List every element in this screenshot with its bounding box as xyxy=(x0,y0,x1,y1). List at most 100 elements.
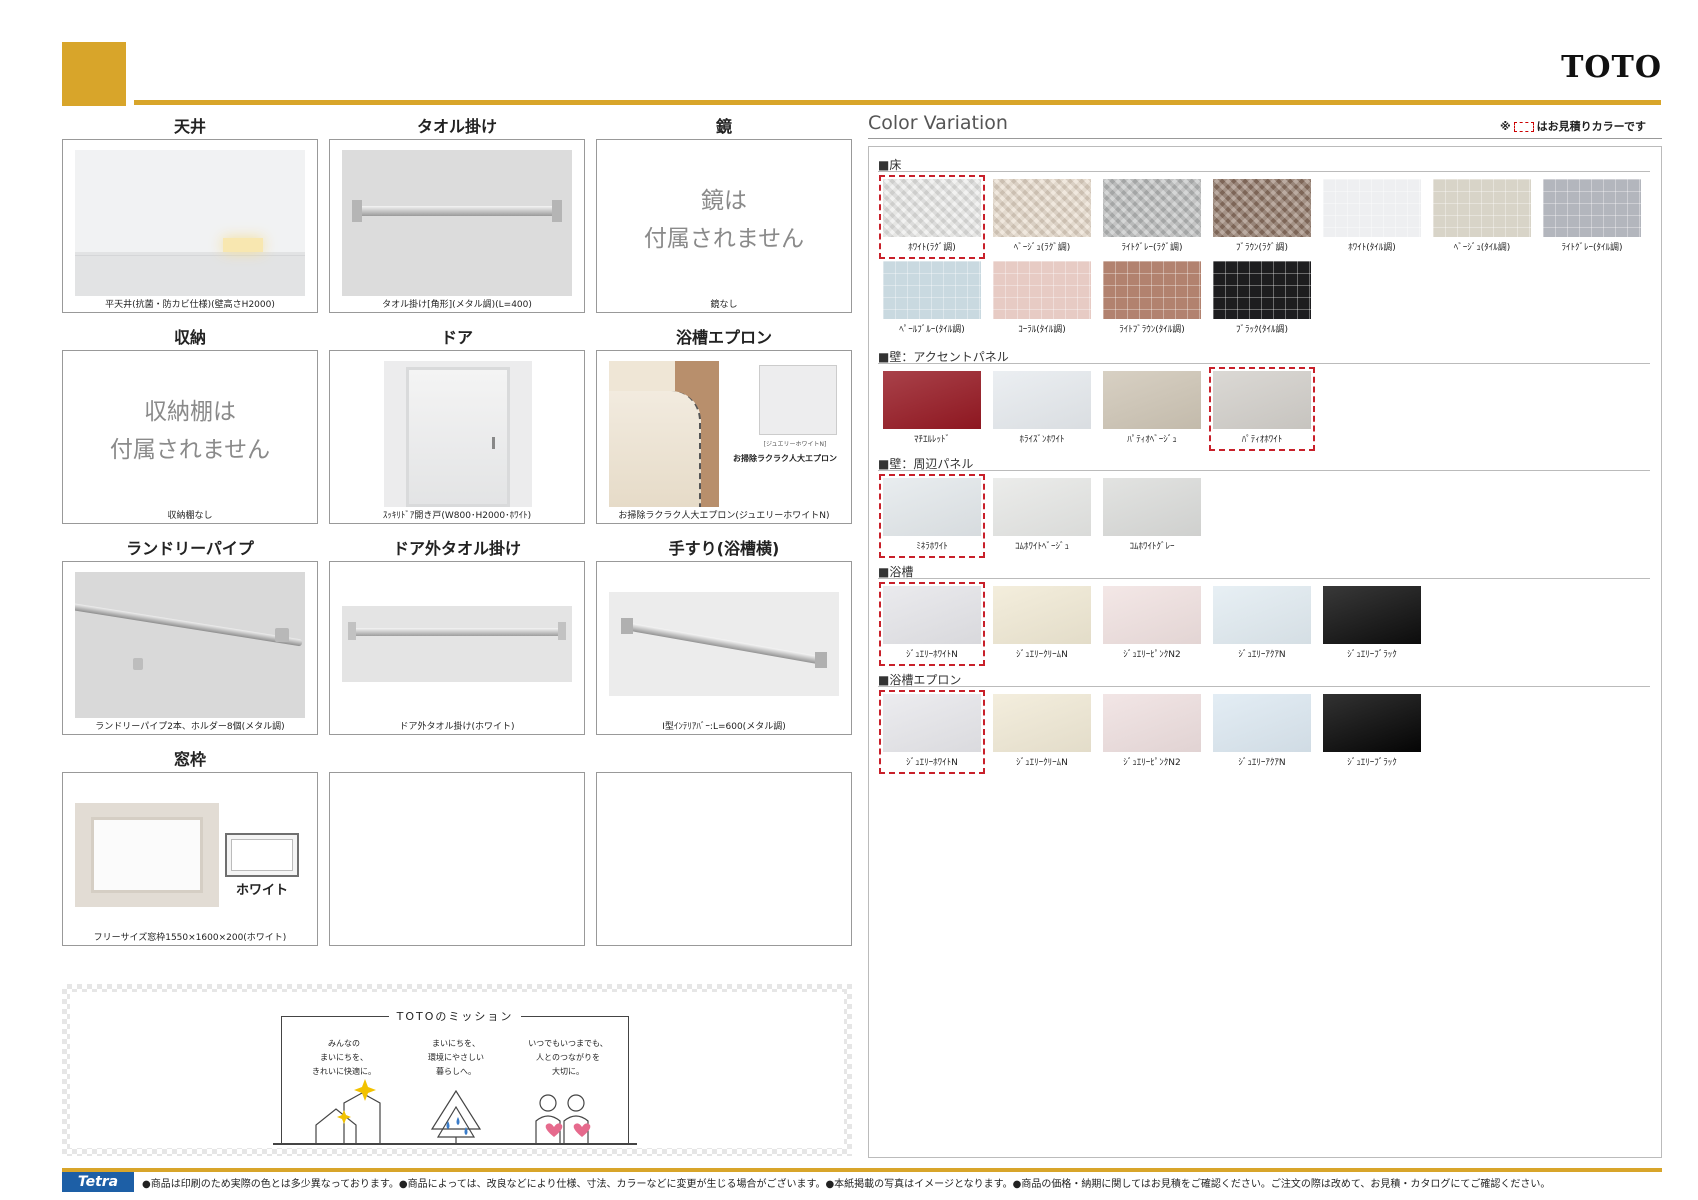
option-ceiling: 天井 平天井(抗菌・防カビ仕様)(壁高さH2000) xyxy=(62,115,318,313)
color-swatch: ﾍﾞｰｼﾞｭ(ﾗｸﾞ調) xyxy=(990,176,1094,258)
swatch-tile xyxy=(1103,179,1201,237)
color-swatch: ﾎﾜｲﾄ(ﾗｸﾞ調) xyxy=(879,175,985,259)
swatch-tile xyxy=(1323,179,1421,237)
swatch-label: ｼﾞｭｴﾘｰｸﾘｰﾑN xyxy=(1016,758,1068,768)
swatch-label: ｼﾞｭｴﾘｰﾌﾞﾗｯｸ xyxy=(1347,758,1397,768)
swatch-tile xyxy=(1213,179,1311,237)
color-swatch: ﾊﾟﾃｨｵﾎﾜｲﾄ xyxy=(1209,367,1315,451)
header-accent-block xyxy=(62,42,126,106)
option-caption: ランドリーパイプ2本、ホルダー8個(メタル調) xyxy=(95,722,285,732)
swatch-label: ﾎﾗｲｽﾞﾝﾎﾜｲﾄ xyxy=(1019,435,1065,445)
handrail-photo xyxy=(609,592,839,696)
swatch-tile xyxy=(1103,478,1201,536)
outer-towel-bar-photo xyxy=(342,606,572,682)
option-card: ｽｯｷﾘﾄﾞｱ開き戸(W800･H2000･ﾎﾜｲﾄ) xyxy=(329,350,585,524)
section-rule xyxy=(878,686,1650,687)
color-swatch: ﾍﾟｰﾙﾌﾞﾙｰ(ﾀｲﾙ調) xyxy=(880,258,984,340)
swatch-label: ｼﾞｭｴﾘｰﾌﾞﾗｯｸ xyxy=(1347,650,1397,660)
color-swatch: ｼﾞｭｴﾘｰﾌﾞﾗｯｸ xyxy=(1320,583,1424,665)
option-title: 鏡 xyxy=(715,117,732,136)
estimate-color-note: ※ はお見積りカラーです xyxy=(1500,118,1646,134)
house-icon xyxy=(315,1092,381,1145)
note-prefix: ※ xyxy=(1499,120,1511,133)
swatch-tile xyxy=(883,478,981,536)
option-card: I型ｲﾝﾃﾘｱﾊﾞｰ:L=600(メタル調) xyxy=(596,561,852,735)
swatch-tile xyxy=(993,371,1091,429)
color-swatch: ﾗｲﾄｸﾞﾚｰ(ﾀｲﾙ調) xyxy=(1540,176,1644,258)
option-card: ホワイト フリーサイズ窓枠1550×1600×200(ホワイト) xyxy=(62,772,318,946)
option-card: ドア外タオル掛け(ホワイト) xyxy=(329,561,585,735)
color-swatch: ﾌﾞﾗｯｸ(ﾀｲﾙ調) xyxy=(1210,258,1314,340)
not-included-notice: 収納棚は 付属されません xyxy=(63,393,317,469)
mission-illustration xyxy=(315,1079,591,1145)
color-variation-panel: Color Variation ※ はお見積りカラーです ■床 ﾎﾜｲﾄ(ﾗｸﾞ調)… xyxy=(868,112,1662,1158)
swatch-label: ﾌﾞﾗｳﾝ(ﾗｸﾞ調) xyxy=(1235,243,1289,253)
note-text: はお見積りカラーです xyxy=(1536,120,1646,133)
swatch-label: ﾌﾞﾗｯｸ(ﾀｲﾙ調) xyxy=(1235,325,1289,335)
swatch-label: ﾊﾟﾃｨｵﾍﾞｰｼﾞｭ xyxy=(1127,435,1177,445)
option-caption: ドア外タオル掛け(ホワイト) xyxy=(399,722,515,732)
option-mirror: 鏡 鏡は 付属されません 鏡なし xyxy=(596,115,852,313)
not-included-notice: 鏡は 付属されません xyxy=(597,182,851,258)
swatch-label: ﾗｲﾄｸﾞﾚｰ(ﾗｸﾞ調) xyxy=(1121,243,1183,253)
header-rule xyxy=(134,100,1661,105)
section-rule xyxy=(878,171,1650,172)
swatch-tile xyxy=(1323,694,1421,752)
swatch-label: ｼﾞｭｴﾘｰﾎﾜｲﾄN xyxy=(906,758,958,768)
door-photo xyxy=(384,361,532,507)
color-variation-title: Color Variation xyxy=(868,112,1008,134)
swatch-tile xyxy=(993,694,1091,752)
brand-logo: TOTO xyxy=(1561,50,1662,85)
color-swatch: ｼﾞｭｴﾘｰｱｸｱN xyxy=(1210,691,1314,773)
option-door: ドア ｽｯｷﾘﾄﾞｱ開き戸(W800･H2000･ﾎﾜｲﾄ) xyxy=(329,326,585,524)
color-swatch: ﾌﾞﾗｳﾝ(ﾗｸﾞ調) xyxy=(1210,176,1314,258)
swatch-label: ｺﾑﾎﾜｲﾄｸﾞﾚｰ xyxy=(1129,542,1175,552)
swatch-tile xyxy=(883,179,981,237)
swatch-tile xyxy=(883,694,981,752)
swatch-label: ｼﾞｭｴﾘｰｱｸｱN xyxy=(1238,650,1286,660)
option-caption: 平天井(抗菌・防カビ仕様)(壁高さH2000) xyxy=(105,300,275,310)
empty-card xyxy=(329,772,585,946)
option-outer-towel-bar: ドア外タオル掛け ドア外タオル掛け(ホワイト) xyxy=(329,537,585,735)
option-caption: I型ｲﾝﾃﾘｱﾊﾞｰ:L=600(メタル調) xyxy=(662,722,786,732)
color-swatch: ﾎﾜｲﾄ(ﾀｲﾙ調) xyxy=(1320,176,1424,258)
color-swatch: ﾎﾗｲｽﾞﾝﾎﾜｲﾄ xyxy=(990,368,1094,450)
swatch-tile xyxy=(1213,261,1311,319)
swatch-label: ﾍﾞｰｼﾞｭ(ﾗｸﾞ調) xyxy=(1013,243,1071,253)
swatch-tile xyxy=(883,586,981,644)
mission-inner: TOTOのミッション みんなの まいにちを、 きれいに快適に。 まいにちを、 環… xyxy=(70,992,844,1148)
swatch-label: ﾎﾜｲﾄ(ﾗｸﾞ調) xyxy=(908,243,956,253)
window-frame-photo xyxy=(75,803,219,907)
option-title: ドア xyxy=(440,328,473,347)
option-card: タオル掛け[角形](メタル調)(L=400) xyxy=(329,139,585,313)
option-bath-apron: 浴槽エプロン [ジュエリーホワイトN] お掃除ラクラク人大エプロン お掃除ラクラ… xyxy=(596,326,852,524)
color-swatch: ﾗｲﾄｸﾞﾚｰ(ﾗｸﾞ調) xyxy=(1100,176,1204,258)
option-window-frame: 窓枠 ホワイト フリーサイズ窓枠1550×1600×200(ホワイト) xyxy=(62,748,318,946)
swatch-label: ｺｰﾗﾙ(ﾀｲﾙ調) xyxy=(1018,325,1066,335)
color-swatch: ｼﾞｭｴﾘｰﾋﾟﾝｸN2 xyxy=(1100,691,1204,773)
swatch-label: ｼﾞｭｴﾘｰｱｸｱN xyxy=(1238,758,1286,768)
sparkle-icon xyxy=(337,1079,376,1124)
inset-label: ホワイト xyxy=(235,883,288,898)
option-card: 平天井(抗菌・防カビ仕様)(壁高さH2000) xyxy=(62,139,318,313)
option-caption: フリーサイズ窓枠1550×1600×200(ホワイト) xyxy=(93,933,287,943)
color-swatch: ﾐﾈﾗﾎﾜｲﾄ xyxy=(879,474,985,558)
option-caption: お掃除ラクラク人大エプロン(ジュエリーホワイトN) xyxy=(618,511,830,521)
option-caption: ｽｯｷﾘﾄﾞｱ開き戸(W800･H2000･ﾎﾜｲﾄ) xyxy=(382,511,532,521)
color-swatch: ｼﾞｭｴﾘｰｱｸｱN xyxy=(1210,583,1314,665)
mission-frame: TOTOのミッション みんなの まいにちを、 きれいに快適に。 まいにちを、 環… xyxy=(281,1010,629,1145)
water-drop-icon xyxy=(446,1117,468,1135)
swatch-label: ｼﾞｭｴﾘｰﾋﾟﾝｸN2 xyxy=(1123,650,1181,660)
color-swatch: ｼﾞｭｴﾘｰﾎﾜｲﾄN xyxy=(879,582,985,666)
option-handrail: 手すり(浴槽横) I型ｲﾝﾃﾘｱﾊﾞｰ:L=600(メタル調) xyxy=(596,537,852,735)
notice-line: 付属されません xyxy=(643,226,805,252)
swatch-tile xyxy=(1103,586,1201,644)
color-swatch: ﾏﾁｴﾙﾚｯﾄﾞ xyxy=(880,368,984,450)
option-laundry-pipe: ランドリーパイプ ランドリーパイプ2本、ホルダー8個(メタル調) xyxy=(62,537,318,735)
section-rule xyxy=(878,578,1650,579)
swatch-tile xyxy=(1103,694,1201,752)
swatch-label: ﾐﾈﾗﾎﾜｲﾄ xyxy=(916,542,948,552)
color-swatch: ｺﾑﾎﾜｲﾄﾍﾞｰｼﾞｭ xyxy=(990,475,1094,557)
option-title: ランドリーパイプ xyxy=(126,539,254,558)
swatch-label: ﾎﾜｲﾄ(ﾀｲﾙ調) xyxy=(1348,243,1396,253)
